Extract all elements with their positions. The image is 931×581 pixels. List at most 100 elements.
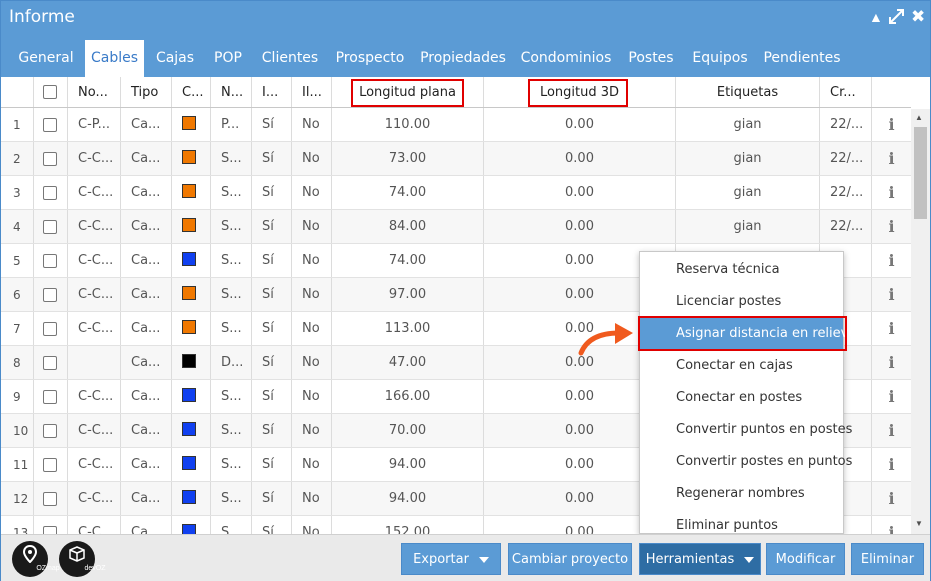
tab-clientes[interactable]: Clientes: [259, 40, 321, 77]
tab-prospecto[interactable]: Prospecto: [331, 40, 409, 77]
change-project-button[interactable]: Cambiar proyecto: [508, 543, 632, 575]
cell-type: Ca...: [121, 278, 172, 311]
row-checkbox[interactable]: [43, 424, 57, 438]
row-checkbox[interactable]: [43, 118, 57, 132]
menu-item-convertir-postes-puntos[interactable]: Convertir postes en puntos: [640, 446, 852, 478]
cell-color: [172, 278, 211, 311]
row-checkbox[interactable]: [43, 356, 57, 370]
tab-general[interactable]: General: [11, 40, 81, 77]
cell-created: 22/...: [820, 176, 872, 209]
col-name-header[interactable]: No...: [68, 77, 121, 107]
footer-toolbar: OZmap devOZ Exportar Cambiar proyecto He…: [1, 534, 930, 581]
delete-button[interactable]: Eliminar: [851, 543, 924, 575]
row-checkbox[interactable]: [43, 220, 57, 234]
cell-name: C-C...: [68, 448, 121, 481]
cell-il: No: [292, 482, 332, 515]
modify-button[interactable]: Modificar: [766, 543, 845, 575]
table-row[interactable]: 1 C-P... Ca... P... Sí No 110.00 0.00 gian 22/...…: [1, 108, 911, 142]
info-icon[interactable]: i: [888, 285, 894, 304]
info-icon[interactable]: i: [888, 353, 894, 372]
cell-name: C-C...: [68, 482, 121, 515]
col-color-header[interactable]: C...: [172, 77, 211, 107]
info-icon[interactable]: i: [888, 251, 894, 270]
tab-condominios[interactable]: Condominios: [519, 40, 613, 77]
col-created-header[interactable]: Cr...: [820, 77, 872, 107]
row-checkbox[interactable]: [43, 186, 57, 200]
table-row[interactable]: 2 C-C... Ca... S... Sí No 73.00 0.00 gian 22/... i: [1, 142, 911, 176]
annotation-arrow-icon: [578, 323, 633, 356]
scrollbar-thumb[interactable]: [914, 127, 927, 219]
cell-color: [172, 210, 211, 243]
cell-name: C-C...: [68, 244, 121, 277]
cell-i: Sí: [252, 108, 292, 141]
tab-equipos[interactable]: Equipos: [687, 40, 753, 77]
row-checkbox[interactable]: [43, 254, 57, 268]
cell-actions: i: [872, 448, 911, 481]
info-icon[interactable]: i: [888, 523, 894, 534]
scroll-up-icon[interactable]: ▲: [915, 113, 923, 122]
col-type-header[interactable]: Tipo: [121, 77, 172, 107]
cell-name: C-C...: [68, 278, 121, 311]
cell-i: Sí: [252, 142, 292, 175]
row-checkbox[interactable]: [43, 390, 57, 404]
cell-i: Sí: [252, 312, 292, 345]
row-checkbox[interactable]: [43, 526, 57, 534]
row-index: 7: [1, 312, 34, 345]
tab-pop[interactable]: POP: [207, 40, 249, 77]
table-row[interactable]: 4 C-C... Ca... S... Sí No 84.00 0.00 gian 22/... i: [1, 210, 911, 244]
table-row[interactable]: 3 C-C... Ca... S... Sí No 74.00 0.00 gian 22/... i: [1, 176, 911, 210]
menu-item-conectar-postes[interactable]: Conectar en postes: [640, 382, 843, 414]
cell-type: Ca...: [121, 142, 172, 175]
cell-n: S...: [211, 380, 252, 413]
menu-item-convertir-puntos-postes[interactable]: Convertir puntos en postes: [640, 414, 852, 446]
row-index: 8: [1, 346, 34, 379]
collapse-icon[interactable]: ▲: [869, 9, 883, 25]
tools-dropdown-menu: Reserva técnica Licenciar postes Asignar…: [639, 251, 856, 534]
tab-cables[interactable]: Cables: [85, 40, 144, 77]
info-icon[interactable]: i: [888, 183, 894, 202]
info-icon[interactable]: i: [888, 319, 894, 338]
row-checkbox[interactable]: [43, 458, 57, 472]
cell-color: [172, 346, 211, 379]
menu-item-reserva-tecnica[interactable]: Reserva técnica: [640, 254, 843, 286]
col-il-header[interactable]: Il...: [292, 77, 332, 107]
row-checkbox[interactable]: [43, 152, 57, 166]
info-icon[interactable]: i: [888, 115, 894, 134]
tab-postes[interactable]: Postes: [623, 40, 679, 77]
cell-n: S...: [211, 312, 252, 345]
info-icon[interactable]: i: [888, 421, 894, 440]
col-tags-header[interactable]: Etiquetas: [676, 77, 820, 107]
report-window: Informe ▲ ✖ General Cables Cajas POP Cli…: [0, 0, 931, 581]
cell-n: P...: [211, 108, 252, 141]
select-all-checkbox[interactable]: [43, 85, 57, 99]
cell-actions: i: [872, 108, 911, 141]
cell-tags: gian: [676, 108, 820, 141]
color-swatch: [182, 286, 196, 300]
color-swatch: [182, 524, 196, 534]
menu-item-licenciar-postes[interactable]: Licenciar postes: [640, 286, 843, 318]
vertical-scrollbar[interactable]: ▲ ▼: [911, 109, 930, 534]
row-checkbox[interactable]: [43, 322, 57, 336]
expand-icon[interactable]: [889, 9, 904, 27]
tools-button[interactable]: Herramientas: [639, 543, 761, 575]
devoz-logo: devOZ: [59, 541, 106, 577]
close-icon[interactable]: ✖: [911, 7, 925, 27]
col-n-header[interactable]: N...: [211, 77, 252, 107]
row-checkbox[interactable]: [43, 288, 57, 302]
tab-propiedades[interactable]: Propiedades: [417, 40, 509, 77]
cell-i: Sí: [252, 278, 292, 311]
info-icon[interactable]: i: [888, 149, 894, 168]
tab-pendientes[interactable]: Pendientes: [761, 40, 843, 77]
menu-item-regenerar-nombres[interactable]: Regenerar nombres: [640, 478, 843, 510]
row-checkbox[interactable]: [43, 492, 57, 506]
cell-actions: i: [872, 482, 911, 515]
scroll-down-icon[interactable]: ▼: [915, 519, 923, 528]
tab-cajas[interactable]: Cajas: [151, 40, 199, 77]
menu-item-conectar-cajas[interactable]: Conectar en cajas: [640, 350, 843, 382]
info-icon[interactable]: i: [888, 489, 894, 508]
info-icon[interactable]: i: [888, 217, 894, 236]
info-icon[interactable]: i: [888, 387, 894, 406]
export-button[interactable]: Exportar: [401, 543, 501, 575]
col-i-header[interactable]: I...: [252, 77, 292, 107]
info-icon[interactable]: i: [888, 455, 894, 474]
